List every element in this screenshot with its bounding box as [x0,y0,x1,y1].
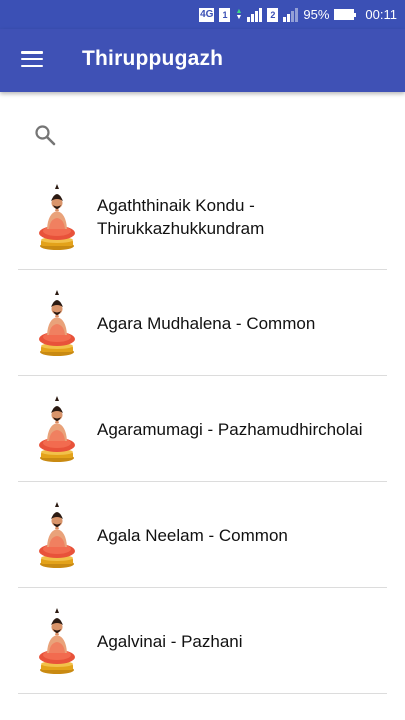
signal-strength-icon [247,7,263,22]
saint-thumbnail-icon [39,608,75,674]
saint-thumbnail-icon [39,396,75,462]
screen: 4G 1 ▲ ▼ 2 95% 00:11 Thiruppugazh Agatht… [0,0,405,720]
saint-thumbnail-icon [39,290,75,356]
song-title: Agalvinai - Pazhani [97,631,243,651]
hamburger-menu-icon[interactable] [21,51,43,67]
clock: 00:11 [365,7,397,22]
song-title: Agaramumagi - Pazhamudhircholai [97,419,363,439]
saint-thumbnail-icon [39,184,75,250]
list-item[interactable]: Agara Mudhalena - Common [0,270,405,376]
song-title: Agara Mudhalena - Common [97,313,316,333]
status-bar: 4G 1 ▲ ▼ 2 95% 00:11 [0,0,405,29]
search-row [0,92,405,166]
list-item[interactable]: Agalvinai - Pazhani [0,588,405,694]
sim2-badge: 2 [267,7,279,22]
battery-percentage: 95% [303,7,330,22]
divider [18,693,387,694]
data-activity-icon: ▲ ▼ [235,7,243,21]
song-title: Agala Neelam - Common [97,525,288,545]
sim1-badge: 1 [219,7,231,22]
list-item[interactable]: Agaramumagi - Pazhamudhircholai [0,376,405,482]
list-item[interactable]: Agaththinaik Kondu - Thirukkazhukkundram [0,164,405,270]
song-title: Agaththinaik Kondu - Thirukkazhukkundram [97,196,265,238]
network-type-badge: 4G [199,7,215,22]
list-item[interactable]: Agala Neelam - Common [0,482,405,588]
saint-thumbnail-icon [39,502,75,568]
search-icon[interactable] [33,123,57,147]
song-list: Agaththinaik Kondu - Thirukkazhukkundram… [0,164,405,694]
page-title: Thiruppugazh [82,47,224,70]
signal-strength-icon-2 [283,7,299,22]
app-bar: Thiruppugazh [0,29,405,92]
battery-icon [334,9,357,20]
